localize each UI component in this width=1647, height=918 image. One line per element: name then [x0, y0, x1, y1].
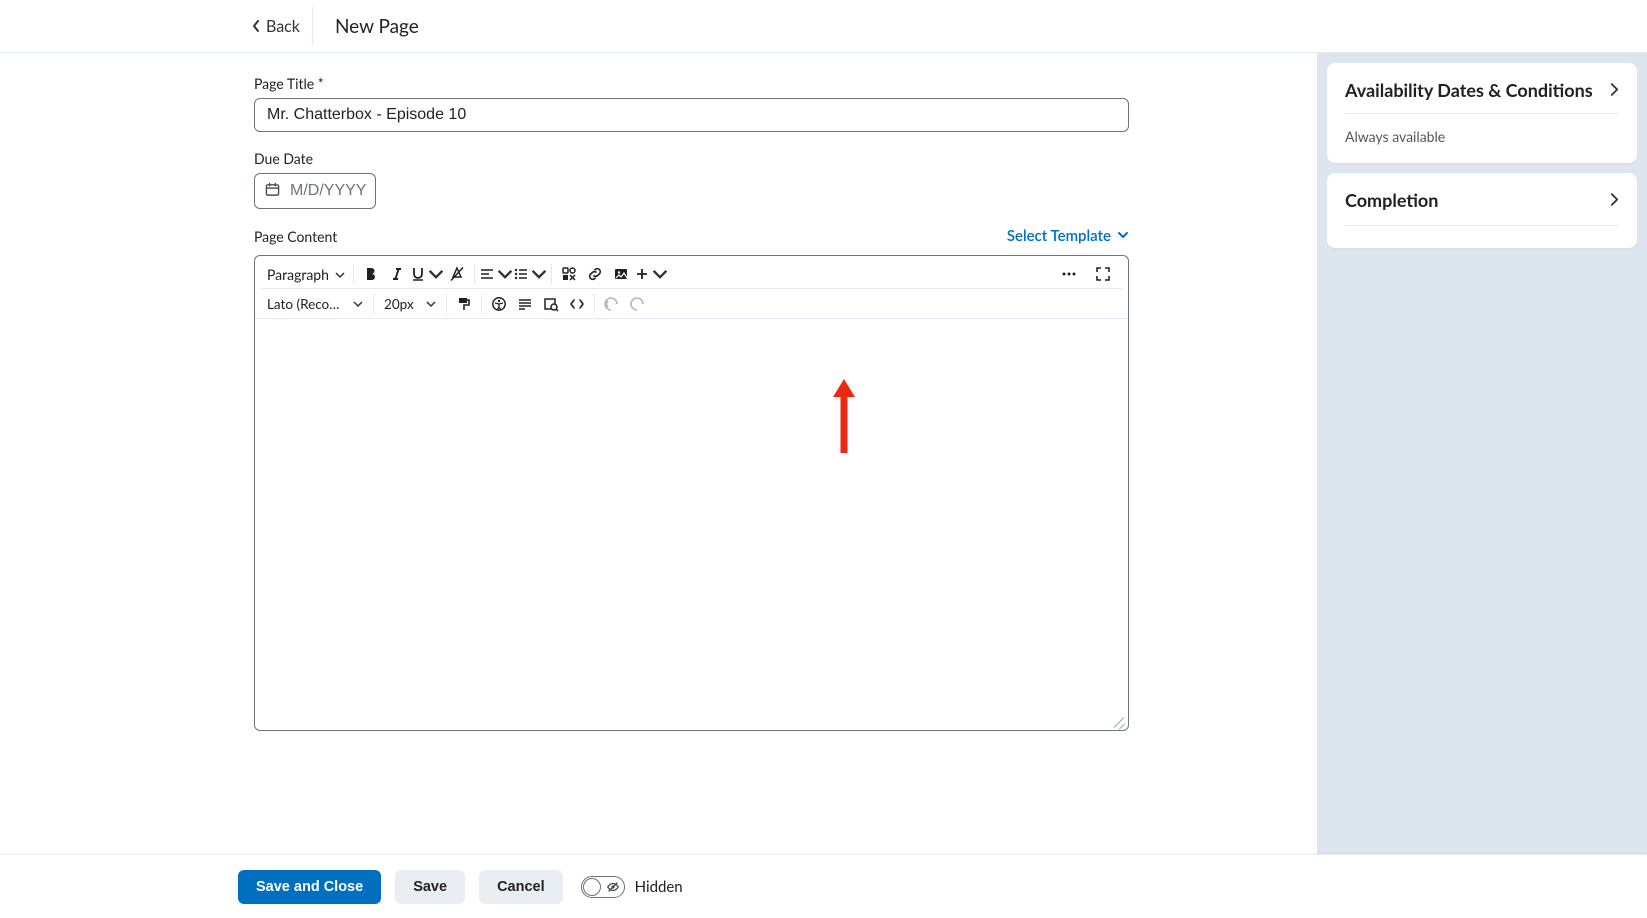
save-button[interactable]: Save	[395, 870, 465, 904]
visibility-control: Hidden	[581, 876, 683, 898]
chevron-left-icon	[252, 17, 260, 36]
page-title-header: New Page	[331, 15, 419, 38]
calendar-icon	[265, 182, 280, 201]
chevron-down-icon	[426, 295, 436, 312]
word-count-button[interactable]	[512, 291, 538, 317]
insert-stuff-button[interactable]	[556, 261, 582, 287]
insert-more-button[interactable]	[634, 261, 668, 287]
fullscreen-button[interactable]	[1090, 261, 1116, 287]
list-button[interactable]	[513, 261, 547, 287]
font-family-select[interactable]: Lato (Recomm...	[261, 295, 369, 312]
visibility-toggle[interactable]	[581, 876, 625, 898]
visibility-label: Hidden	[635, 878, 683, 896]
chevron-right-icon	[1610, 81, 1619, 100]
back-label: Back	[266, 17, 300, 36]
undo-button[interactable]	[599, 291, 625, 317]
completion-card: Completion	[1327, 173, 1637, 248]
completion-toggle[interactable]: Completion	[1345, 189, 1619, 226]
due-date-field[interactable]	[254, 173, 376, 209]
chevron-down-icon	[1117, 227, 1129, 245]
accessibility-checker-button[interactable]	[486, 291, 512, 317]
format-painter-button[interactable]	[451, 291, 477, 317]
more-actions-button[interactable]	[1056, 261, 1082, 287]
cancel-button[interactable]: Cancel	[479, 870, 563, 904]
bold-button[interactable]	[358, 261, 384, 287]
chevron-down-icon	[353, 295, 363, 312]
underline-button[interactable]	[410, 261, 444, 287]
align-button[interactable]	[479, 261, 513, 287]
text-color-button[interactable]	[444, 261, 470, 287]
source-code-button[interactable]	[564, 291, 590, 317]
redo-button[interactable]	[625, 291, 651, 317]
block-format-value: Paragraph	[267, 266, 329, 283]
insert-link-button[interactable]	[582, 261, 608, 287]
completion-title: Completion	[1345, 189, 1438, 211]
insert-image-button[interactable]	[608, 261, 634, 287]
chevron-down-icon	[335, 266, 345, 283]
editor-content-area[interactable]	[255, 319, 1128, 730]
due-date-label: Due Date	[254, 150, 1129, 167]
editor-toolbar: Paragraph	[255, 256, 1128, 319]
preview-button[interactable]	[538, 291, 564, 317]
page-header: Back New Page	[0, 0, 1647, 53]
italic-button[interactable]	[384, 261, 410, 287]
back-button[interactable]: Back	[240, 7, 313, 45]
availability-status: Always available	[1345, 114, 1619, 145]
font-size-select[interactable]: 20px	[378, 295, 442, 312]
select-template-label: Select Template	[1007, 227, 1111, 245]
annotation-arrow-icon	[831, 375, 857, 453]
availability-title: Availability Dates & Conditions	[1345, 79, 1593, 101]
font-family-value: Lato (Recomm...	[267, 296, 347, 312]
page-content-label: Page Content	[254, 228, 337, 245]
save-and-close-button[interactable]: Save and Close	[238, 870, 381, 904]
rich-text-editor: Paragraph	[254, 255, 1129, 731]
resize-handle[interactable]	[1110, 712, 1128, 730]
font-size-value: 20px	[384, 296, 414, 312]
chevron-right-icon	[1610, 191, 1619, 210]
availability-card: Availability Dates & Conditions Always a…	[1327, 63, 1637, 163]
block-format-select[interactable]: Paragraph	[261, 266, 349, 283]
hidden-eye-icon	[606, 880, 620, 894]
select-template-button[interactable]: Select Template	[1007, 227, 1129, 245]
footer-bar: Save and Close Save Cancel Hidden	[0, 854, 1647, 918]
main-content: Page Title * Due Date Page Content Selec…	[0, 53, 1317, 854]
availability-toggle[interactable]: Availability Dates & Conditions	[1345, 79, 1619, 114]
side-panel: Availability Dates & Conditions Always a…	[1317, 53, 1647, 854]
due-date-input[interactable]	[288, 181, 368, 201]
page-title-label: Page Title *	[254, 75, 1129, 92]
page-title-input[interactable]	[254, 98, 1129, 132]
